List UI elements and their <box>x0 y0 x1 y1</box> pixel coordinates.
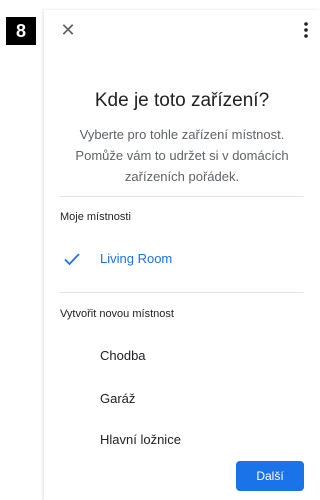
create-room-header: Vytvořit novou místnost <box>60 308 174 320</box>
room-item-living-room[interactable]: Living Room <box>60 246 304 274</box>
room-option-garaz[interactable]: Garáž <box>100 391 135 406</box>
page-subtitle: Vyberte pro tohle zařízení místnost. Pom… <box>75 127 289 184</box>
close-icon[interactable]: ✕ <box>58 20 78 40</box>
choose-room-screen: ✕ Kde je toto zařízení? Vyberte pro tohl… <box>44 10 320 500</box>
divider <box>60 196 303 197</box>
room-option-chodba[interactable]: Chodba <box>100 348 146 363</box>
room-item-label: Living Room <box>100 251 173 266</box>
my-rooms-header: Moje místnosti <box>60 211 131 223</box>
bottom-action-bar: Další <box>44 447 320 500</box>
page-title: Kde je toto zařízení? <box>94 90 270 111</box>
divider <box>60 292 303 293</box>
top-app-bar: ✕ <box>44 10 320 54</box>
check-icon <box>64 253 80 266</box>
next-button[interactable]: Další <box>236 461 304 491</box>
more-vertical-icon[interactable] <box>298 20 314 40</box>
room-option-hlavni-loznice[interactable]: Hlavní ložnice <box>100 432 181 447</box>
step-number-badge: 8 <box>6 17 36 45</box>
